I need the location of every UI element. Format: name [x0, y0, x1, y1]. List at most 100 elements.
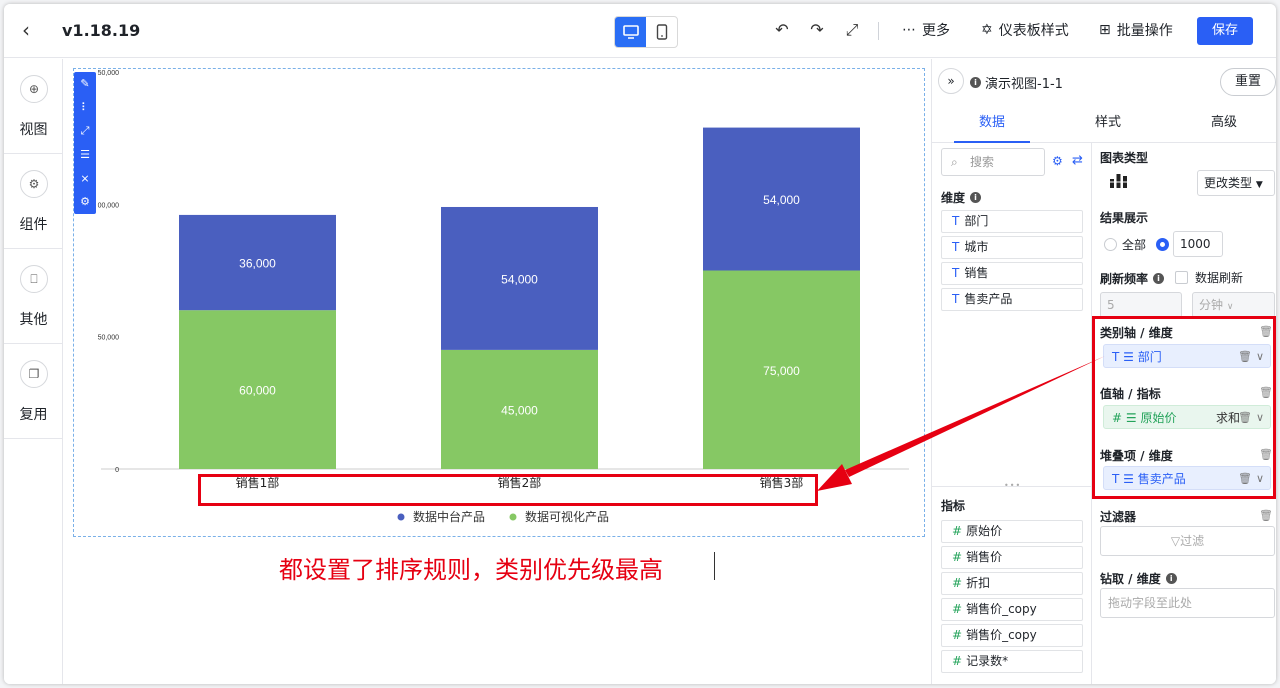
measure-field[interactable]: # 销售价	[941, 546, 1083, 569]
rail-label: 其他	[19, 312, 48, 328]
rail-label: 视图	[19, 122, 48, 138]
count-radio[interactable]	[1156, 238, 1169, 251]
all-radio[interactable]	[1104, 238, 1117, 251]
device-switch	[614, 16, 678, 48]
tab-style[interactable]: 样式	[1070, 103, 1146, 143]
rail-item-other[interactable]: ⎕ 其他	[4, 249, 63, 344]
gear-icon: ⚙	[20, 170, 48, 198]
redo-icon[interactable]: ↷	[807, 20, 827, 40]
measure-field[interactable]: # 记录数*	[941, 650, 1083, 673]
legend-label: 数据可视化产品	[525, 509, 609, 524]
refresh-title-label: 刷新频率	[1100, 272, 1149, 286]
data-label: 54,000	[501, 272, 538, 286]
left-rail: ⊕ 视图 ⚙ 组件 ⎕ 其他 ❐ 复用	[4, 59, 63, 684]
refresh-unit-label: 分钟	[1199, 298, 1224, 312]
field-label: 售卖产品	[964, 292, 1013, 306]
resize-handle[interactable]: •••	[1004, 481, 1021, 490]
text-type-icon: T	[952, 266, 960, 280]
refresh-unit-select[interactable]: 分钟 ∨	[1192, 292, 1275, 318]
chevron-down-icon: ∨	[1226, 302, 1234, 312]
ellipsis-icon: ⋯	[902, 22, 916, 38]
field-label: 原始价	[966, 524, 1003, 538]
collapse-icon[interactable]: »	[938, 68, 964, 94]
save-button[interactable]: 保存	[1197, 17, 1253, 45]
legend-marker	[397, 513, 405, 521]
panel-header: » i 演示视图-1-1 重置	[932, 59, 1276, 103]
result-count-input[interactable]: 1000	[1173, 231, 1223, 257]
refresh-title: 刷新频率 i	[1100, 270, 1165, 287]
measure-field[interactable]: # 销售价_copy	[941, 624, 1083, 647]
rail-label: 组件	[19, 217, 48, 233]
measure-field[interactable]: # 原始价	[941, 520, 1083, 543]
swap-icon[interactable]: ⇄	[1072, 153, 1083, 168]
trash-icon[interactable]: 🗑	[1259, 509, 1273, 522]
fullscreen-icon[interactable]: ⤢	[842, 20, 862, 40]
undo-icon[interactable]: ↶	[772, 20, 792, 40]
phone-icon	[656, 24, 667, 40]
y-tick-label: 50,000	[98, 70, 120, 77]
dimension-field[interactable]: T 售卖产品	[941, 288, 1083, 311]
tab-data[interactable]: 数据	[954, 103, 1030, 143]
data-label: 75,000	[763, 364, 800, 378]
measure-field[interactable]: # 销售价_copy	[941, 598, 1083, 621]
drill-drop-zone[interactable]: 拖动字段至此处	[1100, 588, 1275, 618]
field-label: 折扣	[966, 576, 991, 590]
field-settings-icon[interactable]: ⚙	[1052, 154, 1063, 168]
dimension-field[interactable]: T 城市	[941, 236, 1083, 259]
text-type-icon: T	[952, 240, 960, 254]
measure-field[interactable]: # 折扣	[941, 572, 1083, 595]
info-icon: i	[970, 192, 982, 203]
field-config-highlight	[1092, 316, 1276, 499]
view-name: i 演示视图-1-1	[970, 73, 1063, 92]
data-refresh-label: 数据刷新	[1195, 271, 1244, 285]
rail-item-component[interactable]: ⚙ 组件	[4, 154, 63, 249]
bar-chart-icon	[1109, 174, 1129, 188]
drill-title-label: 钻取 / 维度	[1100, 572, 1161, 586]
batch-operation-button[interactable]: ⊞ 批量操作	[1099, 20, 1173, 40]
text-type-icon: T	[952, 292, 960, 306]
number-type-icon: #	[952, 550, 963, 564]
stacked-bar-type-icon[interactable]	[1109, 171, 1129, 194]
dimension-field[interactable]: T 部门	[941, 210, 1083, 233]
grid-icon: ⊞	[1099, 22, 1111, 38]
back-icon[interactable]: ‹	[22, 19, 44, 41]
rail-item-view[interactable]: ⊕ 视图	[4, 59, 63, 154]
desktop-view-button[interactable]	[615, 17, 646, 47]
change-type-select[interactable]: 更改类型 ▼	[1197, 170, 1275, 196]
filter-button[interactable]: ▽过滤	[1100, 526, 1275, 556]
more-button[interactable]: ⋯ 更多	[902, 20, 950, 40]
reset-button[interactable]: 重置	[1220, 68, 1276, 96]
annotation-text: 都设置了排序规则，类别优先级最高	[279, 556, 663, 584]
change-type-label: 更改类型	[1204, 176, 1253, 190]
result-title: 结果展示	[1100, 211, 1149, 225]
field-label: 销售价	[966, 550, 1003, 564]
legend-marker	[509, 513, 517, 521]
field-label: 销售价_copy	[966, 628, 1037, 642]
stacked-bar-chart: 050,00000,00050,00060,00036,000销售1部45,00…	[98, 70, 909, 524]
refresh-interval-input[interactable]: 5	[1100, 292, 1182, 318]
y-tick-label: 50,000	[98, 335, 120, 342]
drill-title: 钻取 / 维度 i	[1100, 570, 1177, 587]
data-refresh-checkbox[interactable]	[1175, 271, 1188, 284]
text-cursor	[714, 552, 715, 580]
dashboard-style-label: 仪表板样式	[998, 23, 1069, 39]
tab-advanced[interactable]: 高级	[1186, 103, 1262, 143]
number-type-icon: #	[952, 628, 963, 642]
dashboard-style-button[interactable]: ✡ 仪表板样式	[981, 20, 1069, 40]
field-label: 记录数*	[966, 654, 1009, 668]
top-bar: ‹ v1.18.19 ↶ ↷ ⤢ ⋯ 更多 ✡ 仪表板样式 ⊞ 批量操作 保存	[4, 4, 1276, 58]
app-window: ‹ v1.18.19 ↶ ↷ ⤢ ⋯ 更多 ✡ 仪表板样式 ⊞ 批量操作 保存 ⊕ 视…	[4, 4, 1276, 684]
filter-label: 过滤	[1180, 534, 1205, 548]
plus-circle-icon: ⊕	[20, 75, 48, 103]
field-label: 销售价_copy	[966, 602, 1037, 616]
field-label: 城市	[964, 240, 989, 254]
panel-tabs: 数据 样式 高级	[932, 103, 1276, 143]
more-label: 更多	[922, 23, 950, 39]
search-input[interactable]: ⌕ 搜索	[941, 148, 1045, 176]
mobile-view-button[interactable]	[646, 17, 677, 47]
number-type-icon: #	[952, 524, 963, 538]
dimension-field[interactable]: T 销售	[941, 262, 1083, 285]
data-label: 54,000	[763, 193, 800, 207]
chart-type-title: 图表类型	[1100, 151, 1149, 165]
rail-item-reuse[interactable]: ❐ 复用	[4, 344, 63, 439]
